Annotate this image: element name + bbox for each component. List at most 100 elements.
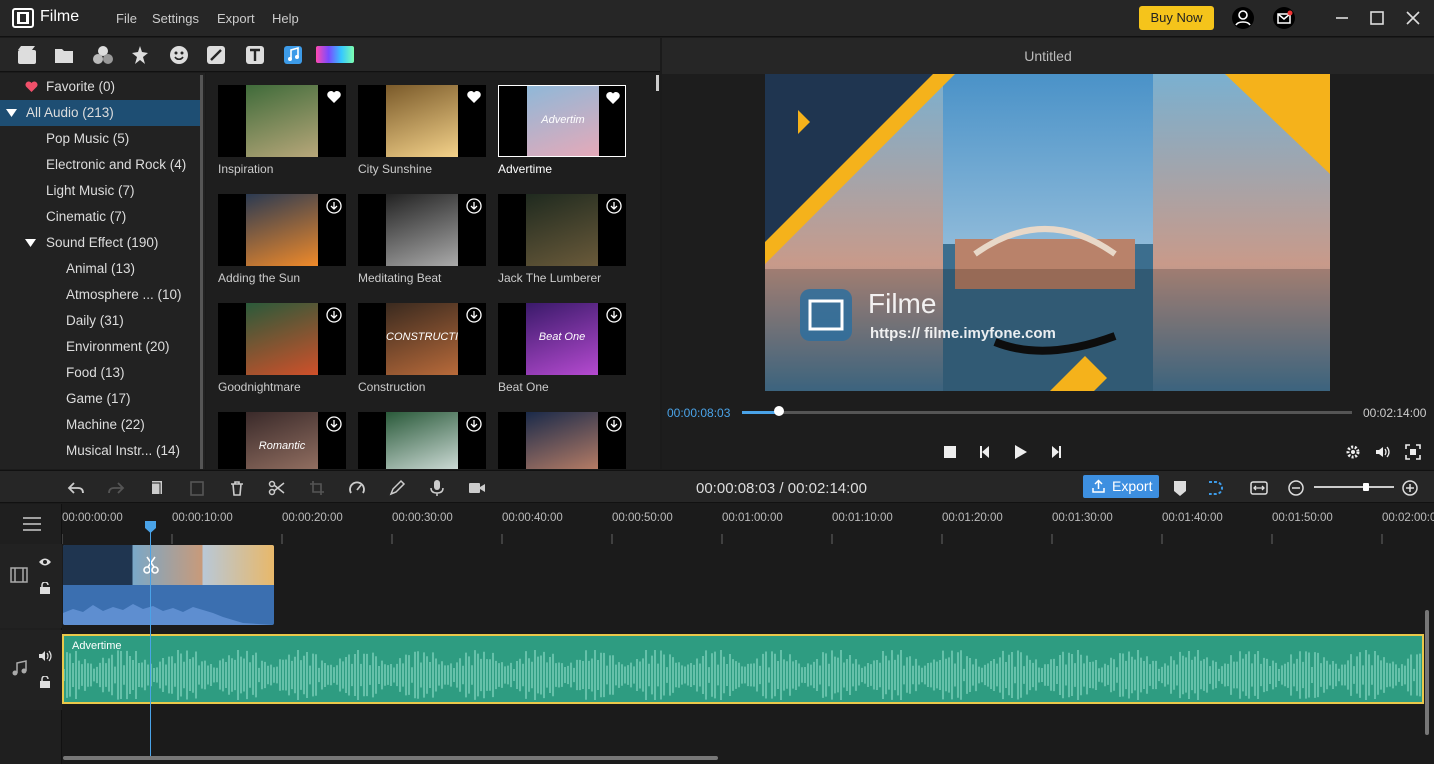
split-scissors-icon[interactable]	[268, 479, 286, 497]
sidebar-item[interactable]: Atmosphere ... (10)	[0, 282, 200, 308]
menu-export[interactable]: Export	[217, 11, 255, 26]
sidebar-item[interactable]: Musical Instr... (14)	[0, 438, 200, 464]
audio-card[interactable]: Advertim Advertime	[498, 85, 626, 185]
account-icon[interactable]	[1231, 6, 1255, 30]
sidebar-item[interactable]: All Audio (213)	[0, 100, 200, 126]
download-icon[interactable]	[326, 307, 342, 323]
settings-gear-icon[interactable]	[1344, 443, 1362, 461]
audio-card-thumbnail[interactable]	[218, 303, 346, 375]
maximize-icon[interactable]	[1367, 8, 1387, 28]
sidebar-item[interactable]: Sound Effect (190)	[0, 230, 200, 256]
media-icon[interactable]	[16, 44, 38, 66]
sidebar-item[interactable]: Environment (20)	[0, 334, 200, 360]
audio-card-thumbnail[interactable]	[358, 194, 486, 266]
zoom-out-icon[interactable]	[1287, 479, 1305, 497]
minimize-icon[interactable]	[1332, 8, 1352, 28]
stop-icon[interactable]	[941, 443, 959, 461]
audio-card[interactable]	[358, 412, 486, 469]
color-icon[interactable]	[316, 46, 354, 63]
mail-icon[interactable]	[1272, 6, 1296, 30]
sidebar-item[interactable]: Daily (31)	[0, 308, 200, 334]
delete-icon[interactable]	[228, 479, 246, 497]
microphone-icon[interactable]	[428, 479, 446, 497]
crop-icon[interactable]	[308, 479, 326, 497]
export-button[interactable]: Export	[1083, 475, 1159, 498]
fullscreen-icon[interactable]	[1404, 443, 1422, 461]
download-icon[interactable]	[606, 307, 622, 323]
triangle-down-icon[interactable]	[25, 238, 36, 248]
undo-icon[interactable]	[67, 479, 85, 497]
next-frame-icon[interactable]	[1046, 443, 1064, 461]
audio-card-thumbnail[interactable]: CONSTRUCTION	[358, 303, 486, 375]
audio-card-thumbnail[interactable]	[358, 85, 486, 157]
volume-icon[interactable]	[1374, 443, 1392, 461]
filters-icon[interactable]	[205, 44, 227, 66]
audio-card-thumbnail[interactable]: Beat One	[498, 303, 626, 375]
menu-file[interactable]: File	[116, 11, 137, 26]
sidebar-item[interactable]: Game (17)	[0, 386, 200, 412]
zoom-in-icon[interactable]	[1401, 479, 1419, 497]
sidebar-item[interactable]: Favorite (0)	[0, 74, 200, 100]
audio-card-thumbnail[interactable]: Romantic	[218, 412, 346, 469]
audio-card-thumbnail[interactable]	[498, 412, 626, 469]
folder-icon[interactable]	[53, 44, 75, 66]
download-icon[interactable]	[326, 416, 342, 432]
sidebar-item[interactable]: Light Music (7)	[0, 178, 200, 204]
download-icon[interactable]	[466, 198, 482, 214]
paste-icon[interactable]	[188, 479, 206, 497]
playback-progress-knob[interactable]	[773, 406, 784, 416]
effects-icon[interactable]	[92, 44, 114, 66]
media-scrollbar[interactable]	[656, 75, 659, 91]
audio-card-thumbnail[interactable]	[358, 412, 486, 469]
sidebar-item[interactable]: Cinematic (7)	[0, 204, 200, 230]
audio-icon[interactable]	[282, 44, 304, 66]
close-icon[interactable]	[1403, 8, 1423, 28]
speed-icon[interactable]	[348, 479, 366, 497]
audio-card[interactable]: City Sunshine	[358, 85, 486, 185]
split-marker-icon[interactable]	[140, 555, 162, 577]
audio-card-thumbnail[interactable]: Advertim	[498, 85, 626, 157]
audio-card-thumbnail[interactable]	[218, 194, 346, 266]
zoom-slider[interactable]	[1314, 486, 1394, 488]
download-icon[interactable]	[606, 198, 622, 214]
audio-card[interactable]: Goodnightmare	[218, 303, 346, 403]
sidebar-item[interactable]: Food (13)	[0, 360, 200, 386]
audio-card[interactable]	[498, 412, 626, 469]
play-icon[interactable]	[1011, 443, 1029, 461]
video-clip[interactable]	[63, 545, 274, 625]
audio-card[interactable]: Romantic	[218, 412, 346, 469]
sidebar-item[interactable]: Pop Music (5)	[0, 126, 200, 152]
sidebar-item[interactable]: Machine (22)	[0, 412, 200, 438]
marker-icon[interactable]	[1171, 479, 1189, 497]
edit-pen-icon[interactable]	[388, 479, 406, 497]
audio-card-thumbnail[interactable]	[498, 194, 626, 266]
text-icon[interactable]	[244, 44, 266, 66]
sidebar-item[interactable]: Electronic and Rock (4)	[0, 152, 200, 178]
sidebar-scrollbar[interactable]	[200, 75, 203, 469]
audio-card[interactable]: CONSTRUCTION Construction	[358, 303, 486, 403]
audio-track-unlock-icon[interactable]	[39, 676, 51, 688]
transitions-icon[interactable]	[129, 44, 151, 66]
fit-timeline-icon[interactable]	[1250, 479, 1268, 497]
sidebar-item[interactable]: Animal (13)	[0, 256, 200, 282]
timeline-vertical-scrollbar[interactable]	[1425, 610, 1429, 735]
record-video-icon[interactable]	[468, 479, 486, 497]
previous-frame-icon[interactable]	[977, 443, 995, 461]
snap-magnet-icon[interactable]	[1205, 479, 1223, 497]
download-icon[interactable]	[606, 416, 622, 432]
zoom-slider-knob[interactable]	[1363, 483, 1369, 491]
timeline-menu-icon[interactable]	[22, 516, 42, 532]
audio-card[interactable]: Meditating Beat	[358, 194, 486, 294]
playback-progress-bar[interactable]	[742, 411, 1352, 414]
download-icon[interactable]	[326, 198, 342, 214]
triangle-down-icon[interactable]	[6, 108, 17, 118]
download-icon[interactable]	[466, 307, 482, 323]
menu-help[interactable]: Help	[272, 11, 299, 26]
audio-clip[interactable]: Advertime	[62, 634, 1424, 704]
playhead[interactable]	[145, 521, 156, 757]
favorite-heart-icon[interactable]	[605, 90, 621, 106]
menu-settings[interactable]: Settings	[152, 11, 199, 26]
audio-card[interactable]: Beat One Beat One	[498, 303, 626, 403]
redo-icon[interactable]	[107, 479, 125, 497]
eye-icon[interactable]	[38, 557, 52, 567]
